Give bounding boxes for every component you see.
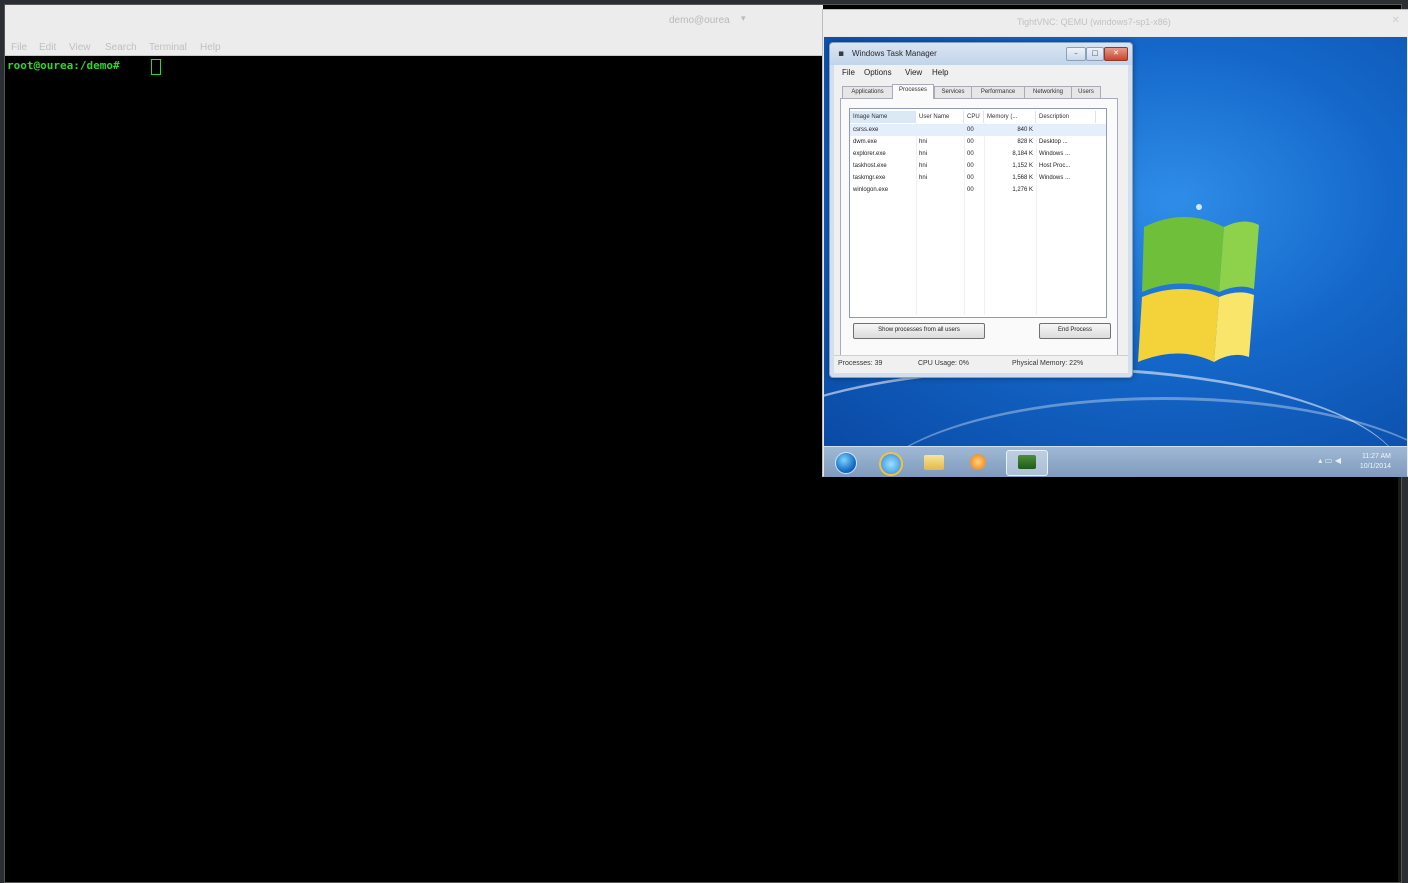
process-row[interactable]: taskmgr.exe hni 00 1,568 K Windows ... — [850, 172, 1106, 184]
windows-orb-icon — [835, 452, 857, 474]
process-row[interactable]: csrss.exe 00 840 K — [850, 124, 1106, 136]
process-cpu: 00 — [967, 187, 974, 193]
process-image-name: winlogon.exe — [853, 187, 889, 193]
process-memory: 840 K — [1017, 127, 1033, 133]
process-memory: 8,184 K — [1012, 151, 1033, 157]
tab-networking[interactable]: Networking — [1024, 86, 1072, 98]
process-row[interactable]: explorer.exe hni 00 8,184 K Windows ... — [850, 148, 1106, 160]
taskbar-explorer[interactable] — [917, 450, 951, 474]
task-manager-icon — [1018, 455, 1036, 469]
process-user-name: hni — [919, 151, 928, 157]
process-image-name: csrss.exe — [853, 127, 879, 133]
menu-options[interactable]: Options — [864, 68, 892, 77]
process-memory: 828 K — [1017, 139, 1033, 145]
vnc-title: TightVNC: QEMU (windows7-sp1-x86) — [1017, 17, 1171, 27]
show-all-processes-button[interactable]: Show processes from all users — [853, 323, 985, 339]
process-memory: 1,276 K — [1012, 187, 1033, 193]
status-processes: Processes: 39 — [838, 360, 883, 367]
process-cpu: 00 — [967, 127, 974, 133]
process-cpu: 00 — [967, 151, 974, 157]
menu-view[interactable]: View — [905, 68, 922, 77]
process-memory: 1,568 K — [1012, 175, 1033, 181]
task-manager-app-icon: ▪ — [838, 49, 845, 59]
column-user-name[interactable]: User Name — [916, 111, 964, 123]
tab-performance[interactable]: Performance — [971, 86, 1025, 98]
process-description: Windows ... — [1039, 151, 1071, 157]
tab-services[interactable]: Services — [934, 86, 972, 98]
column-image-name[interactable]: Image Name — [850, 111, 916, 123]
process-cpu: 00 — [967, 175, 974, 181]
tab-applications[interactable]: Applications — [842, 86, 893, 98]
taskbar-task-manager[interactable] — [1006, 450, 1048, 476]
maximize-icon[interactable]: □ — [1086, 47, 1104, 61]
minimize-icon[interactable]: – — [1066, 47, 1086, 61]
process-image-name: dwm.exe — [853, 139, 878, 145]
windows-logo — [1138, 204, 1259, 362]
menu-file[interactable]: File — [11, 42, 27, 53]
chevron-down-icon[interactable]: ▾ — [741, 14, 746, 24]
taskbar-media-player[interactable] — [961, 450, 995, 474]
process-description: Windows ... — [1039, 175, 1071, 181]
tray-icons[interactable]: ▴ ▭ ◀ — [1318, 456, 1341, 465]
taskbar-internet-explorer[interactable] — [872, 450, 906, 476]
menu-view[interactable]: View — [69, 42, 91, 53]
status-cpu: CPU Usage: 0% — [918, 360, 969, 367]
process-row[interactable]: winlogon.exe 00 1,276 K — [850, 184, 1106, 196]
process-description: Desktop ... — [1039, 139, 1068, 145]
terminal-title: demo@ourea — [669, 15, 730, 26]
tab-processes[interactable]: Processes — [892, 84, 934, 99]
task-manager-titlebar[interactable]: ▪ Windows Task Manager – □ ✕ — [830, 43, 1132, 65]
clock-date: 10/1/2014 — [1359, 463, 1391, 470]
text-cursor — [151, 59, 161, 75]
task-manager-menubar: File Options View Help — [834, 65, 1128, 79]
shell-prompt: root@ourea:/demo# — [7, 59, 120, 72]
process-user-name: hni — [919, 163, 928, 169]
menu-search[interactable]: Search — [105, 42, 137, 53]
process-list[interactable]: Image Name User Name CPU Memory (... Des… — [849, 108, 1107, 318]
status-bar: Processes: 39 CPU Usage: 0% Physical Mem… — [834, 355, 1128, 374]
vnc-titlebar[interactable]: TightVNC: QEMU (windows7-sp1-x86) ✕ — [823, 10, 1408, 36]
tray-clock[interactable]: 11:27 AM 10/1/2014 — [1360, 452, 1391, 472]
process-image-name: taskmgr.exe — [853, 175, 886, 181]
column-description[interactable]: Description — [1036, 111, 1096, 123]
process-cpu: 00 — [967, 163, 974, 169]
task-manager-window[interactable]: ▪ Windows Task Manager – □ ✕ File Options … — [829, 42, 1133, 378]
internet-explorer-icon — [879, 452, 903, 476]
task-manager-client: File Options View Help Applications Proc… — [834, 65, 1128, 373]
menu-edit[interactable]: Edit — [39, 42, 56, 53]
menu-help[interactable]: Help — [200, 42, 221, 53]
task-manager-title: Windows Task Manager — [852, 49, 937, 58]
menu-file[interactable]: File — [842, 68, 855, 77]
close-icon[interactable]: ✕ — [1392, 15, 1400, 26]
status-memory: Physical Memory: 22% — [1012, 360, 1084, 367]
window-controls: – □ ✕ — [1066, 47, 1128, 66]
media-player-icon — [970, 454, 986, 470]
folder-icon — [924, 455, 944, 470]
terminal-titlebar[interactable]: demo@ourea ▾ — [5, 5, 823, 40]
menu-help[interactable]: Help — [932, 68, 948, 77]
process-memory: 1,152 K — [1012, 163, 1033, 169]
process-user-name: hni — [919, 175, 928, 181]
tab-users[interactable]: Users — [1071, 86, 1101, 98]
close-icon[interactable]: ✕ — [1104, 47, 1128, 61]
process-description: Host Proc... — [1039, 163, 1071, 169]
terminal-menubar: File Edit View Search Terminal Help — [5, 39, 823, 56]
start-button[interactable] — [828, 450, 862, 474]
column-memory[interactable]: Memory (... — [984, 111, 1036, 123]
task-manager-tabs: Applications Processes Services Performa… — [842, 84, 1120, 99]
end-process-button[interactable]: End Process — [1039, 323, 1111, 339]
clock-time: 11:27 AM — [1361, 453, 1391, 460]
process-row[interactable]: dwm.exe hni 00 828 K Desktop ... — [850, 136, 1106, 148]
column-cpu[interactable]: CPU — [964, 111, 984, 123]
menu-terminal[interactable]: Terminal — [149, 42, 187, 53]
process-image-name: taskhost.exe — [853, 163, 887, 169]
process-user-name: hni — [919, 139, 928, 145]
process-cpu: 00 — [967, 139, 974, 145]
taskbar: ▴ ▭ ◀ 11:27 AM 10/1/2014 — [824, 446, 1407, 477]
process-image-name: explorer.exe — [853, 151, 886, 157]
process-row[interactable]: taskhost.exe hni 00 1,152 K Host Proc... — [850, 160, 1106, 172]
